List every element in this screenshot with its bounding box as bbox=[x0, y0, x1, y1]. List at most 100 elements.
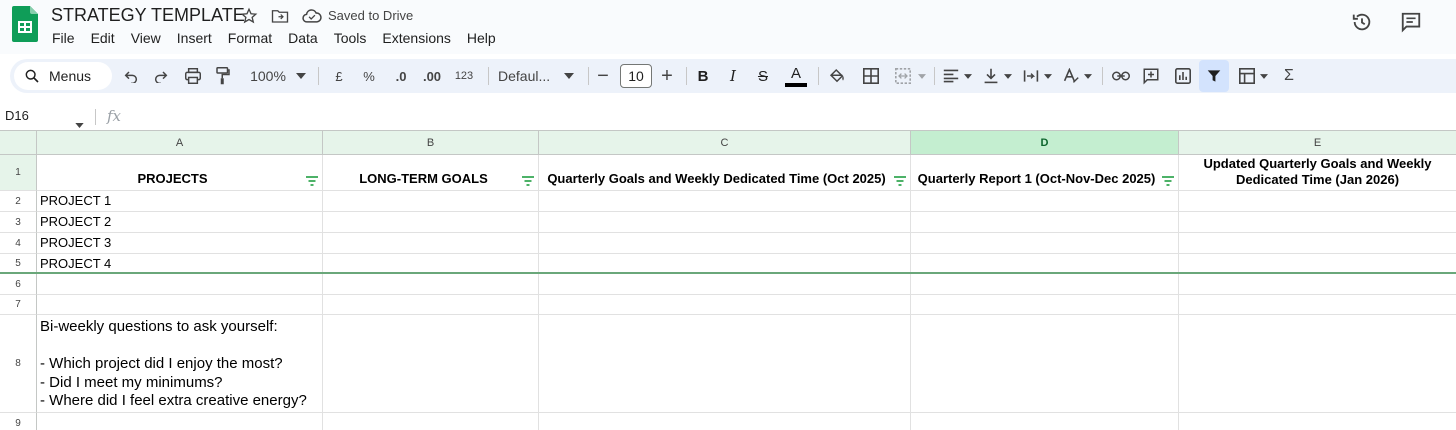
menu-tools[interactable]: Tools bbox=[326, 28, 375, 48]
zoom-dropdown-icon[interactable] bbox=[294, 59, 308, 93]
grid-cell[interactable] bbox=[539, 254, 911, 274]
filter-views-dropdown-icon[interactable] bbox=[1258, 59, 1270, 93]
grid-cell[interactable] bbox=[911, 315, 1179, 413]
name-box[interactable]: D16 bbox=[5, 108, 29, 123]
increase-font-size-button[interactable]: + bbox=[658, 59, 676, 93]
italic-button[interactable]: I bbox=[724, 59, 742, 93]
filter-views-icon[interactable] bbox=[1236, 59, 1258, 93]
grid-cell[interactable] bbox=[1179, 295, 1456, 315]
grid-cell[interactable] bbox=[1179, 274, 1456, 295]
grid-cell[interactable] bbox=[323, 233, 539, 254]
grid-cell[interactable] bbox=[911, 212, 1179, 233]
horizontal-align-dropdown-icon[interactable] bbox=[962, 59, 974, 93]
google-sheets-logo[interactable] bbox=[12, 6, 38, 42]
cell-a8-notes[interactable]: Bi-weekly questions to ask yourself: - W… bbox=[37, 315, 323, 413]
select-all-corner[interactable] bbox=[0, 131, 37, 155]
grid-cell[interactable] bbox=[539, 274, 911, 295]
row-header-8[interactable]: 8 bbox=[0, 315, 37, 413]
row-header-1[interactable]: 1 bbox=[0, 155, 37, 191]
grid-cell[interactable] bbox=[911, 254, 1179, 274]
grid-cell[interactable] bbox=[1179, 233, 1456, 254]
print-icon[interactable] bbox=[182, 59, 204, 93]
merge-cells-icon[interactable] bbox=[892, 59, 914, 93]
row-header-2[interactable]: 2 bbox=[0, 191, 37, 212]
header-cell-updated-goals[interactable]: Updated Quarterly Goals and Weekly Dedic… bbox=[1179, 155, 1456, 191]
column-filter-icon[interactable] bbox=[1162, 176, 1174, 186]
horizontal-align-icon[interactable] bbox=[940, 59, 962, 93]
font-size-input[interactable]: 10 bbox=[620, 64, 652, 88]
move-to-folder-icon[interactable] bbox=[270, 6, 290, 26]
cell-a5[interactable]: PROJECT 4 bbox=[37, 254, 323, 274]
menu-format[interactable]: Format bbox=[220, 28, 280, 48]
grid-cell[interactable] bbox=[323, 254, 539, 274]
cell-a3[interactable]: PROJECT 2 bbox=[37, 212, 323, 233]
font-dropdown-icon[interactable] bbox=[562, 59, 576, 93]
grid-cell[interactable] bbox=[323, 413, 539, 430]
insert-link-icon[interactable] bbox=[1110, 59, 1132, 93]
grid-cell[interactable] bbox=[911, 191, 1179, 212]
star-icon[interactable] bbox=[239, 6, 259, 26]
text-rotation-dropdown-icon[interactable] bbox=[1082, 59, 1094, 93]
grid-cell[interactable] bbox=[37, 413, 323, 430]
version-history-icon[interactable] bbox=[1350, 10, 1374, 34]
text-wrapping-icon[interactable] bbox=[1020, 59, 1042, 93]
grid-cell[interactable] bbox=[539, 212, 911, 233]
column-header-e[interactable]: E bbox=[1179, 131, 1456, 155]
menu-insert[interactable]: Insert bbox=[169, 28, 220, 48]
menu-file[interactable]: File bbox=[44, 28, 83, 48]
column-header-d[interactable]: D bbox=[911, 131, 1179, 155]
bold-button[interactable]: B bbox=[694, 59, 712, 93]
grid-cell[interactable] bbox=[323, 212, 539, 233]
text-rotation-icon[interactable] bbox=[1060, 59, 1082, 93]
grid-cell[interactable] bbox=[323, 191, 539, 212]
zoom-select[interactable]: 100% bbox=[246, 59, 290, 93]
functions-button[interactable]: Σ bbox=[1278, 59, 1300, 93]
borders-icon[interactable] bbox=[860, 59, 882, 93]
formula-input[interactable] bbox=[130, 108, 1430, 126]
cloud-saved-icon[interactable] bbox=[302, 6, 322, 26]
grid-cell[interactable] bbox=[539, 233, 911, 254]
row-header-3[interactable]: 3 bbox=[0, 212, 37, 233]
font-family-select[interactable]: Defaul... bbox=[498, 59, 560, 93]
text-wrapping-dropdown-icon[interactable] bbox=[1042, 59, 1054, 93]
increase-decimal-button[interactable]: .00 bbox=[420, 59, 444, 93]
grid-cell[interactable] bbox=[323, 295, 539, 315]
text-color-button[interactable]: A bbox=[784, 59, 808, 93]
grid-cell[interactable] bbox=[911, 274, 1179, 295]
column-header-b[interactable]: B bbox=[323, 131, 539, 155]
paint-format-icon[interactable] bbox=[212, 59, 234, 93]
menu-extensions[interactable]: Extensions bbox=[374, 28, 458, 48]
column-filter-icon[interactable] bbox=[894, 176, 906, 186]
row-header-5[interactable]: 5 bbox=[0, 254, 37, 274]
insert-chart-icon[interactable] bbox=[1172, 59, 1194, 93]
grid-cell[interactable] bbox=[37, 274, 323, 295]
grid-cell[interactable] bbox=[1179, 212, 1456, 233]
redo-icon[interactable] bbox=[150, 59, 172, 93]
cell-a4[interactable]: PROJECT 3 bbox=[37, 233, 323, 254]
row-header-6[interactable]: 6 bbox=[0, 274, 37, 295]
column-filter-icon[interactable] bbox=[306, 176, 318, 186]
header-cell-long-term-goals[interactable]: LONG-TERM GOALS bbox=[323, 155, 539, 191]
grid-cell[interactable] bbox=[539, 295, 911, 315]
filter-icon[interactable] bbox=[1199, 60, 1229, 92]
insert-comment-icon[interactable] bbox=[1140, 59, 1162, 93]
vertical-align-icon[interactable] bbox=[980, 59, 1002, 93]
document-title[interactable]: STRATEGY TEMPLATE bbox=[51, 5, 245, 26]
row-header-4[interactable]: 4 bbox=[0, 233, 37, 254]
cell-a2[interactable]: PROJECT 1 bbox=[37, 191, 323, 212]
grid-cell[interactable] bbox=[37, 295, 323, 315]
more-formats-button[interactable]: 123 bbox=[452, 59, 476, 93]
currency-format-button[interactable]: £ bbox=[330, 59, 348, 93]
menu-data[interactable]: Data bbox=[280, 28, 326, 48]
column-header-c[interactable]: C bbox=[539, 131, 911, 155]
menu-help[interactable]: Help bbox=[459, 28, 504, 48]
grid-cell[interactable] bbox=[539, 315, 911, 413]
frozen-rows-divider[interactable] bbox=[0, 272, 1456, 274]
strikethrough-button[interactable]: S bbox=[754, 59, 772, 93]
grid-cell[interactable] bbox=[911, 233, 1179, 254]
vertical-align-dropdown-icon[interactable] bbox=[1002, 59, 1014, 93]
grid-cell[interactable] bbox=[911, 295, 1179, 315]
grid-cell[interactable] bbox=[323, 274, 539, 295]
grid-cell[interactable] bbox=[323, 315, 539, 413]
grid-cell[interactable] bbox=[911, 413, 1179, 430]
